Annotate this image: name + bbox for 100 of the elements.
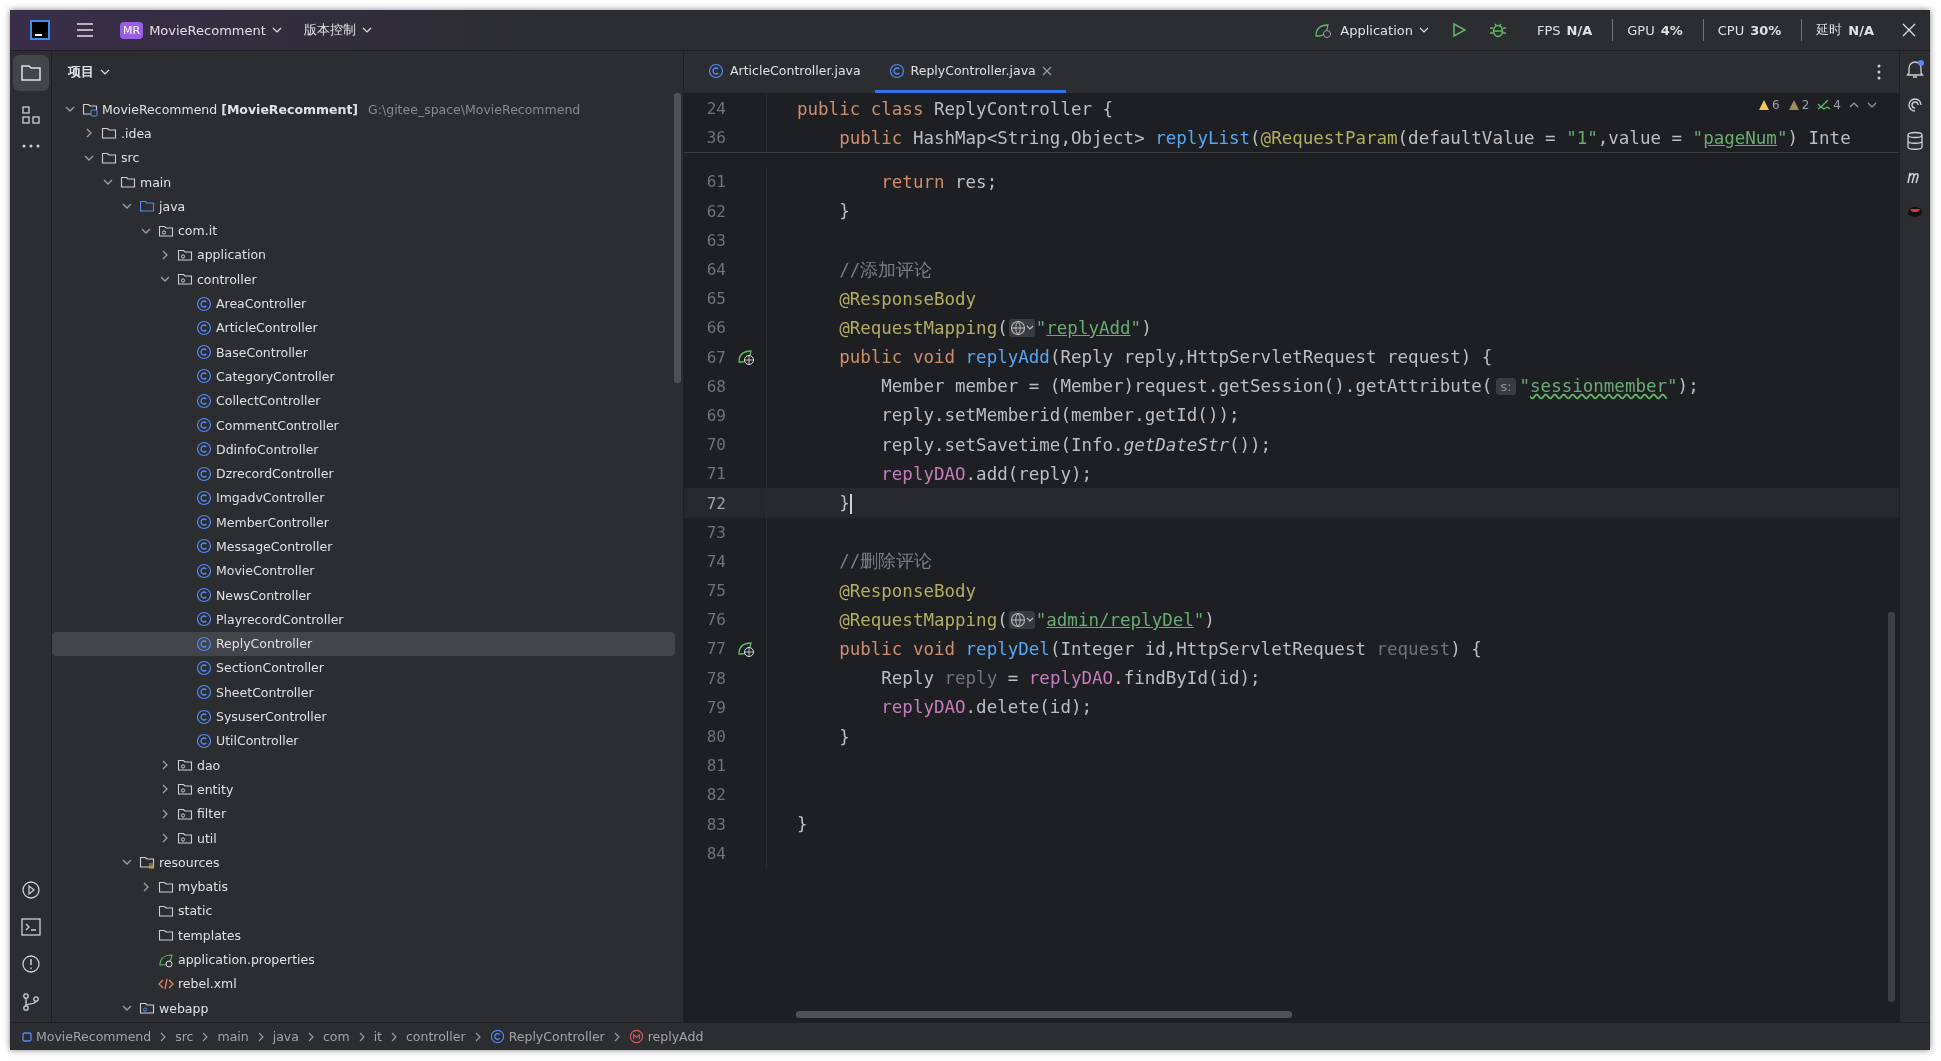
more-icon[interactable]: [20, 143, 41, 149]
folder-icon[interactable]: [12, 55, 49, 91]
next-icon[interactable]: [1867, 100, 1877, 110]
tree-item[interactable]: application.properties: [52, 947, 675, 972]
vcs-menu[interactable]: 版本控制: [297, 17, 378, 43]
tree-item[interactable]: templates: [52, 923, 675, 948]
scrollbar[interactable]: [674, 93, 681, 383]
tree-item[interactable]: BaseController: [52, 339, 675, 365]
line-number: 73: [705, 522, 726, 542]
bug-icon[interactable]: [1488, 21, 1507, 39]
project-view-selector[interactable]: 项目: [62, 62, 116, 82]
previous-icon[interactable]: [1849, 100, 1859, 110]
bell-icon[interactable]: [1905, 59, 1925, 79]
globe-icon[interactable]: [1008, 610, 1035, 629]
tree-item[interactable]: controller: [52, 267, 675, 292]
typo-count[interactable]: 4: [1817, 98, 1841, 112]
terminal-icon[interactable]: [20, 918, 41, 936]
tree-item[interactable]: util: [52, 825, 675, 851]
editor-tab[interactable]: ArticleController.java: [694, 51, 875, 93]
chevron-right-icon[interactable]: [141, 881, 151, 892]
warning-count[interactable]: 2: [1787, 98, 1810, 112]
bean-globe-icon[interactable]: [737, 639, 755, 658]
scrollbar[interactable]: [796, 1011, 1292, 1018]
code-text: }: [838, 201, 850, 222]
tree-item[interactable]: resources: [52, 850, 675, 875]
tree-item[interactable]: application: [52, 242, 675, 268]
tree-item[interactable]: PlayrecordController: [52, 607, 675, 632]
tree-item[interactable]: MovieController: [52, 558, 675, 583]
tree-item[interactable]: ArticleController: [52, 315, 675, 340]
tree-item[interactable]: dao: [52, 753, 675, 778]
tree-item[interactable]: mybatis: [52, 874, 675, 899]
bean-globe-icon[interactable]: [737, 348, 755, 367]
line-number: 69: [705, 405, 726, 425]
breadcrumb[interactable]: it: [373, 1029, 382, 1044]
breadcrumb[interactable]: java: [272, 1029, 299, 1044]
tree-item[interactable]: webapp: [52, 996, 675, 1021]
chevron-right-icon[interactable]: [160, 833, 170, 844]
tree-item[interactable]: ReplyController: [52, 631, 675, 656]
tree-item[interactable]: SectionController: [52, 655, 675, 681]
breadcrumb[interactable]: controller: [406, 1029, 466, 1044]
tree-item-label: entity: [197, 781, 234, 797]
tree-item[interactable]: SheetController: [52, 680, 675, 705]
tree-item[interactable]: DzrecordController: [52, 461, 675, 486]
database-icon[interactable]: [1906, 131, 1924, 151]
chevron-right-icon[interactable]: [84, 128, 94, 139]
monitor-label: FPS: [1536, 22, 1561, 38]
tree-item-label: ReplyController: [216, 636, 313, 652]
menu-icon[interactable]: [76, 22, 94, 38]
tree-item[interactable]: .idea: [52, 121, 675, 146]
structure-icon[interactable]: [20, 105, 41, 125]
code-text: }: [797, 814, 808, 835]
tree-item[interactable]: UtilController: [52, 728, 675, 753]
folder-icon: [177, 781, 193, 798]
tree-item[interactable]: src: [52, 145, 675, 170]
more-icon[interactable]: [1877, 64, 1881, 80]
chevron-right-icon[interactable]: [160, 808, 170, 819]
tree-item[interactable]: CollectController: [52, 388, 675, 413]
tree-item[interactable]: filter: [52, 801, 675, 826]
tree-item[interactable]: MemberController: [52, 510, 675, 535]
code-text: @RequestMapping(: [838, 609, 1008, 630]
tree-item[interactable]: CommentController: [52, 412, 675, 438]
tree-item[interactable]: CategoryController: [52, 364, 675, 389]
line-number: 78: [705, 668, 726, 688]
project-switcher[interactable]: MR MovieRecomment: [114, 17, 288, 43]
chevron-right-icon[interactable]: [160, 784, 170, 795]
app-logo-icon[interactable]: [30, 20, 50, 40]
tree-item[interactable]: ImgadvController: [52, 485, 675, 511]
tree-item[interactable]: AreaController: [52, 291, 675, 316]
tree-item[interactable]: static: [52, 898, 675, 924]
breadcrumb[interactable]: src: [175, 1029, 194, 1044]
breadcrumb[interactable]: main: [217, 1029, 249, 1044]
warning-count[interactable]: 6: [1758, 98, 1780, 112]
tree-item-label: AreaController: [216, 296, 307, 311]
spiral-icon[interactable]: [1905, 95, 1925, 115]
close-icon[interactable]: [1041, 65, 1052, 76]
breadcrumb[interactable]: ReplyController: [489, 1029, 605, 1044]
tree-item[interactable]: NewsController: [52, 582, 675, 608]
tree-item[interactable]: entity: [52, 777, 675, 802]
chevron-right-icon[interactable]: [160, 249, 170, 260]
tree-item[interactable]: DdinfoController: [52, 437, 675, 462]
scrollbar[interactable]: [1888, 612, 1895, 1002]
run-icon[interactable]: [20, 880, 41, 900]
warning-icon: [1787, 99, 1800, 111]
chevron-right-icon[interactable]: [160, 760, 170, 771]
breadcrumb[interactable]: MovieRecommend: [22, 1029, 152, 1044]
tree-item[interactable]: MovieRecommend [MovieRecomment] G:\gitee_space\MovieRecommend: [52, 97, 675, 122]
tree-item[interactable]: MessageController: [52, 534, 675, 559]
tree-item[interactable]: SysuserController: [52, 704, 675, 729]
breadcrumb[interactable]: com: [322, 1029, 350, 1044]
breadcrumb[interactable]: replyAdd: [628, 1029, 704, 1044]
globe-icon[interactable]: [1008, 318, 1035, 337]
run-config-selector[interactable]: Application: [1308, 17, 1435, 43]
git-icon[interactable]: [20, 992, 41, 1012]
class-icon: [196, 319, 212, 336]
run-icon[interactable]: [1450, 22, 1467, 38]
tree-item[interactable]: main: [52, 169, 675, 195]
tree-item[interactable]: java: [52, 194, 675, 219]
tree-item[interactable]: rebel.xml: [52, 971, 675, 996]
problems-icon[interactable]: [20, 954, 41, 974]
tree-item[interactable]: com.it: [52, 218, 675, 243]
